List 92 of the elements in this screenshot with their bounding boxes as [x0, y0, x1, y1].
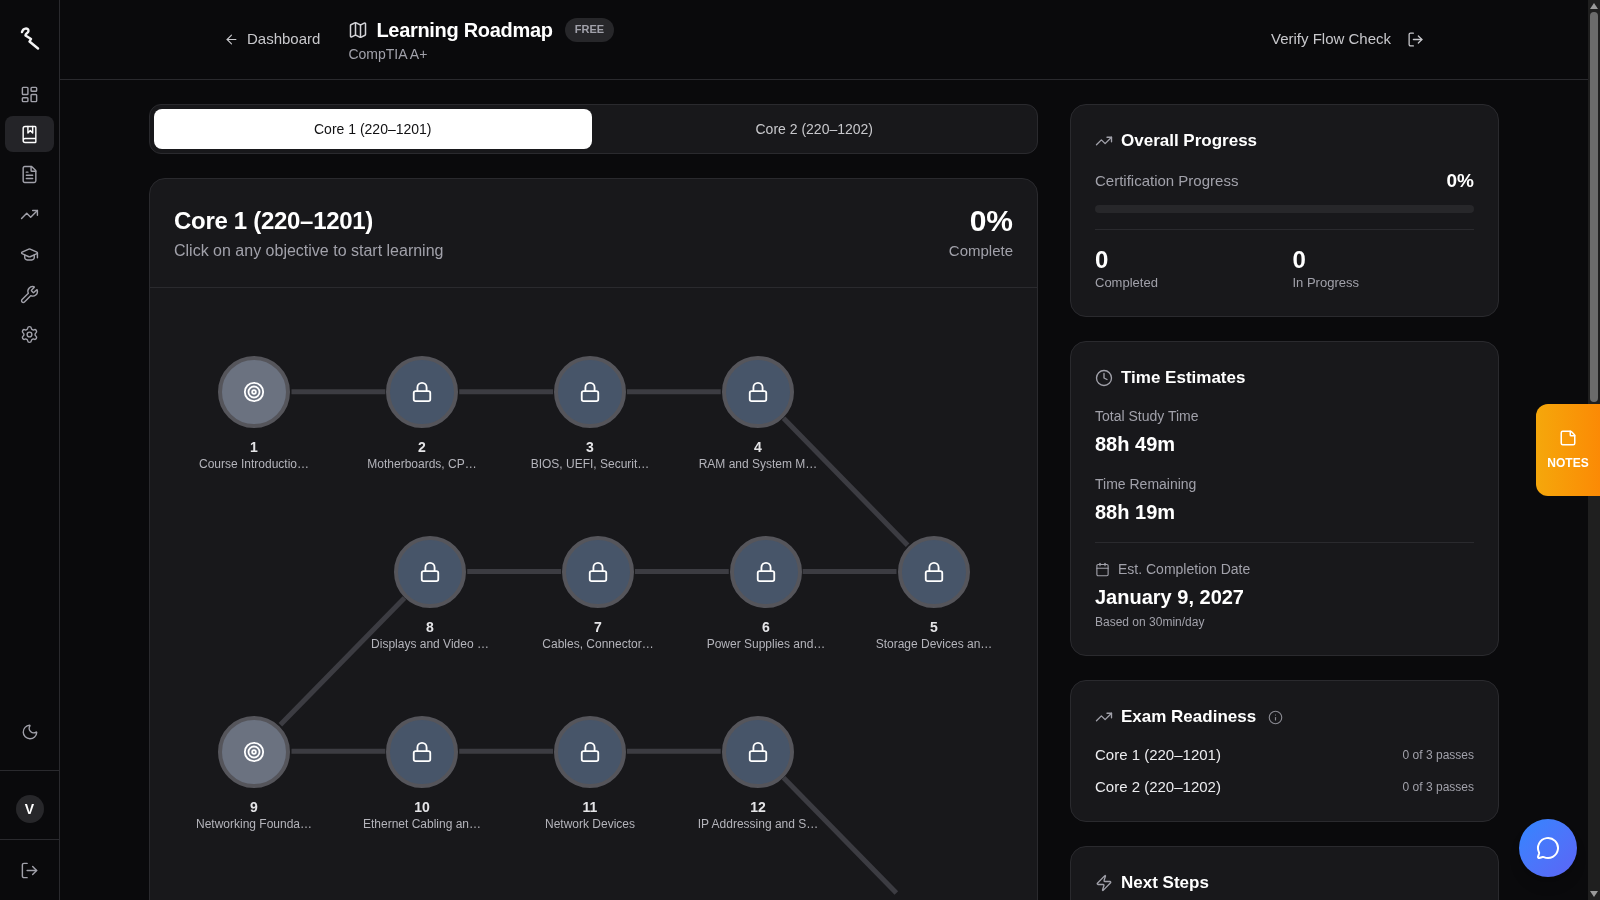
lock-icon — [411, 381, 433, 403]
nav-button[interactable] — [5, 116, 54, 152]
estimate-label: Time Remaining — [1095, 475, 1198, 494]
stat-value: 0 — [1292, 246, 1307, 274]
lock-icon — [923, 561, 945, 583]
logout-icon — [1407, 31, 1424, 48]
calendar-icon — [1095, 561, 1110, 577]
estimate-label: Total Study Time — [1095, 407, 1200, 426]
node-label: Ethernet Cabling an… — [362, 816, 482, 832]
node-label: Network Devices — [545, 816, 635, 832]
exam-name: Core 2 (220–1202) — [1095, 776, 1221, 797]
chat-button[interactable] — [1519, 819, 1577, 877]
node-number: 1 — [250, 438, 258, 456]
tab[interactable]: Core 1 (220–1201) — [154, 109, 592, 149]
chat-bubble-icon — [1536, 836, 1560, 860]
roadmap-subtitle: Click on any objective to start learning — [174, 241, 444, 261]
lock-icon — [747, 381, 769, 403]
node-number: 6 — [762, 618, 770, 636]
completion-date: January 9, 2027 — [1095, 585, 1245, 610]
node-number: 2 — [418, 438, 426, 456]
user-avatar[interactable]: V — [15, 795, 44, 823]
map-icon — [348, 19, 369, 40]
document-icon — [20, 164, 39, 184]
info-icon[interactable] — [1268, 709, 1284, 725]
lock-icon — [579, 381, 601, 403]
card-title: Time Estimates — [1121, 367, 1246, 389]
node-number: 3 — [586, 438, 594, 456]
node-label: BIOS, UEFI, Securit… — [530, 456, 650, 472]
logout-icon — [20, 860, 39, 880]
exam-name: Core 1 (220–1201) — [1095, 744, 1221, 765]
page-subtitle: CompTIA A+ — [348, 44, 429, 64]
bookmarked-book-icon — [20, 124, 39, 144]
node-number: 11 — [582, 798, 598, 816]
clock-icon — [1095, 369, 1113, 387]
exam-passes: 0 of 3 passes — [1402, 779, 1474, 796]
completion-label: Complete — [948, 241, 1013, 261]
note-icon — [1559, 429, 1577, 447]
card-title: Overall Progress — [1121, 130, 1258, 152]
stat-label: Completed — [1095, 274, 1159, 292]
node-label: Motherboards, CP… — [367, 456, 477, 472]
lock-icon — [579, 741, 601, 763]
lock-icon — [419, 561, 441, 583]
node-label: Displays and Video … — [371, 636, 489, 652]
lock-icon — [411, 741, 433, 763]
dashboard-grid-icon — [20, 84, 39, 104]
node-number: 8 — [426, 618, 434, 636]
scroll-down-arrow-icon[interactable] — [1590, 891, 1598, 897]
card-title: Next Steps — [1121, 872, 1209, 894]
lock-icon — [755, 561, 777, 583]
node-number: 4 — [754, 438, 762, 456]
tab[interactable]: Core 2 (220–1202) — [595, 109, 1033, 149]
estimate-value: 88h 49m — [1095, 432, 1177, 457]
completion-date-label: Est. Completion Date — [1118, 560, 1251, 579]
page-title: Learning Roadmap — [376, 17, 553, 43]
node-label: IP Addressing and S… — [697, 816, 819, 832]
node-label: Networking Founda… — [195, 816, 313, 832]
back-button[interactable]: Dashboard — [224, 28, 321, 51]
scroll-up-arrow-icon[interactable] — [1590, 3, 1598, 9]
sign-out-button[interactable] — [1407, 31, 1424, 48]
wrench-icon — [20, 284, 39, 304]
node-label: RAM and System M… — [698, 456, 818, 472]
node-number: 10 — [414, 798, 430, 816]
node-label: Course Introductio… — [198, 456, 310, 472]
plan-badge: FREE — [564, 17, 615, 42]
target-icon — [243, 381, 265, 403]
completion-note: Based on 30min/day — [1095, 614, 1206, 631]
user-name: Verify Flow Check — [1270, 29, 1391, 50]
lock-icon — [747, 741, 769, 763]
lock-icon — [587, 561, 609, 583]
stat-value: 0 — [1095, 246, 1110, 274]
lightning-icon — [1095, 874, 1113, 892]
card-title: Exam Readiness — [1121, 706, 1257, 728]
logo-icon — [18, 26, 41, 50]
node-label: Power Supplies and… — [706, 636, 826, 652]
node-label: Cables, Connector… — [542, 636, 654, 652]
node-number: 9 — [250, 798, 258, 816]
moon-icon — [20, 723, 39, 741]
node-number: 12 — [750, 798, 766, 816]
estimate-value: 88h 19m — [1095, 500, 1177, 525]
node-number: 5 — [930, 618, 938, 636]
settings-icon — [20, 324, 39, 344]
exam-passes: 0 of 3 passes — [1402, 747, 1474, 764]
completion-percent: 0% — [969, 205, 1013, 237]
progress-value: 0% — [1446, 168, 1474, 193]
stat-label: In Progress — [1292, 274, 1360, 292]
scrollbar-track[interactable] — [1588, 0, 1600, 900]
node-label: Storage Devices an… — [875, 636, 993, 652]
node-number: 7 — [594, 618, 602, 636]
target-icon — [243, 741, 265, 763]
progress-label: Certification Progress — [1095, 170, 1239, 191]
roadmap-title: Core 1 (220–1201) — [174, 206, 375, 236]
scrollbar-thumb[interactable] — [1590, 12, 1598, 402]
